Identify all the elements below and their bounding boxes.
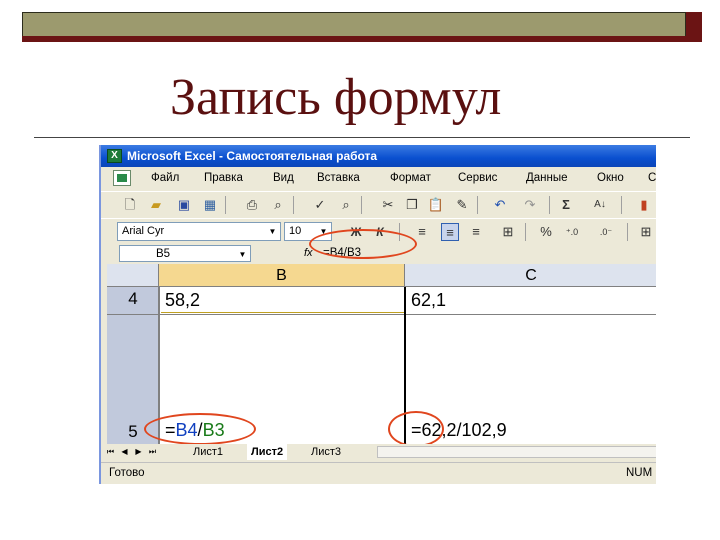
standard-toolbar: 🗋 ▰ ▣ ▦ ⎙ ⌕ ✓ ⌕ ✂ ❐ 📋 ✎ ↶ ↷ Σ A↓ ▮ [101,191,656,217]
sheet-tab-3[interactable]: Лист3 [307,444,345,460]
menu-window[interactable]: Окно [595,167,626,189]
sheet-tab-2[interactable]: Лист2 [247,444,288,460]
copy-icon[interactable]: ❐ [403,196,421,214]
cut-icon[interactable]: ✂ [379,196,397,214]
cell-c4[interactable]: 62,1 [407,290,446,311]
first-sheet-icon[interactable]: ⏮ [105,446,116,458]
sheet-tab-1[interactable]: Лист1 [189,444,227,460]
menu-view[interactable]: Вид [271,167,296,189]
spelling-icon[interactable]: ✓ [311,196,329,214]
font-name-select[interactable]: Arial Cyr ▼ [117,222,281,241]
excel-icon: X [107,149,122,163]
format-painter-icon[interactable]: ✎ [453,196,471,214]
font-size-value: 10 [289,225,302,237]
slide-title: Запись формул [170,69,502,126]
toolbar-separator [293,196,294,214]
menu-file[interactable]: Файл [149,167,181,189]
decrease-decimal-icon[interactable]: .0⁻ [597,223,615,241]
open-folder-icon[interactable]: ▰ [147,196,165,214]
column-header-c[interactable]: C [405,264,656,287]
cell-b4[interactable]: 58,2 [161,290,404,313]
toolbar-separator [525,223,526,241]
toolbar-separator [627,223,628,241]
permission-icon[interactable]: ▦ [201,196,219,214]
new-document-icon[interactable]: 🗋 [121,196,139,214]
undo-icon[interactable]: ↶ [491,196,509,214]
sheet-tab-bar: ⏮ ◀ ▶ ⏭ Лист1 Лист2 Лист3 [101,444,656,460]
print-icon[interactable]: ⎙ [243,196,261,214]
title-divider [34,137,690,138]
merge-center-icon[interactable]: ⊞ [499,223,517,241]
cell-b5-highlight-oval [144,413,256,445]
font-name-value: Arial Cyr [122,225,165,237]
align-center-icon[interactable]: ≡ [441,223,459,241]
last-sheet-icon[interactable]: ⏭ [147,446,158,458]
status-ready: Готово [109,467,145,479]
print-preview-icon[interactable]: ⌕ [269,196,287,214]
toolbar-separator [621,196,622,214]
research-icon[interactable]: ⌕ [337,196,355,214]
previous-sheet-icon[interactable]: ◀ [119,446,130,458]
excel-window: X Microsoft Excel - Самостоятельная рабо… [99,145,656,484]
formula-highlight-oval [309,229,417,259]
increase-decimal-icon[interactable]: ⁺.0 [563,223,581,241]
horizontal-scrollbar[interactable] [377,446,656,458]
row-divider [107,314,656,315]
redo-icon[interactable]: ↷ [521,196,539,214]
window-title: Microsoft Excel - Самостоятельная работа [127,149,378,163]
toolbar-separator [477,196,478,214]
menu-format[interactable]: Формат [388,167,433,189]
name-box-value: B5 [156,248,171,260]
align-left-icon[interactable]: ≡ [413,223,431,241]
align-right-icon[interactable]: ≡ [467,223,485,241]
chevron-down-icon[interactable]: ▼ [266,224,279,239]
menu-tools[interactable]: Сервис [456,167,499,189]
next-sheet-icon[interactable]: ▶ [133,446,144,458]
menu-help[interactable]: С [646,167,656,189]
select-all-corner[interactable] [107,264,159,287]
workbook-icon[interactable] [113,170,131,186]
cell-c5-highlight-oval [388,411,444,447]
chevron-down-icon[interactable]: ▼ [236,247,249,262]
menu-bar: Файл Правка Вид Вставка Формат Сервис Да… [101,167,656,189]
percent-style-icon[interactable]: % [537,223,555,241]
toolbar-separator [361,196,362,214]
menu-edit[interactable]: Правка [202,167,245,189]
toolbar-separator [225,196,226,214]
chart-wizard-icon[interactable]: ▮ [635,196,653,214]
window-titlebar: X Microsoft Excel - Самостоятельная рабо… [101,145,656,167]
menu-insert[interactable]: Вставка [315,167,362,189]
borders-icon[interactable]: ⊞ [637,223,655,241]
status-bar: Готово NUM [101,462,656,484]
menu-data[interactable]: Данные [524,167,570,189]
paste-icon[interactable]: 📋 [427,196,445,214]
save-icon[interactable]: ▣ [175,196,193,214]
column-header-b[interactable]: B [159,264,405,287]
row-header-4[interactable]: 4 [107,289,159,309]
name-box[interactable]: B5 ▼ [119,245,251,262]
toolbar-separator [549,196,550,214]
sort-ascending-icon[interactable]: A↓ [591,196,609,214]
autosum-icon[interactable]: Σ [557,196,575,214]
status-num-lock: NUM [626,467,653,479]
header-bar-stripe [22,36,686,42]
header-square-decoration [686,12,702,42]
